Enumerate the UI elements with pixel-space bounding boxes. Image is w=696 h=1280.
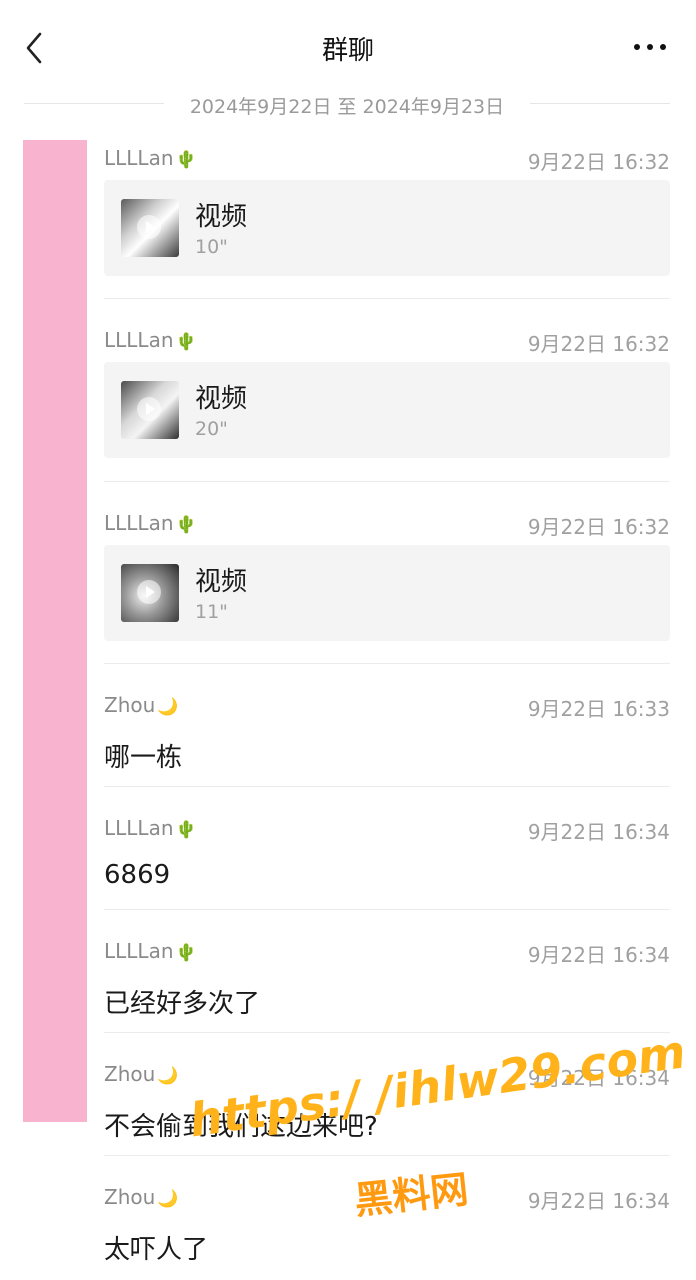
cactus-emoji-icon: 🌵 — [175, 332, 197, 352]
date-range-text: 2024年9月22日 至 2024年9月23日 — [189, 96, 505, 118]
video-thumbnail — [121, 199, 179, 257]
watermark-url: https:/ /ihlw29.com — [186, 1024, 689, 1148]
page-title: 群聊 — [321, 36, 374, 66]
cactus-emoji-icon: 🌵 — [175, 150, 197, 170]
more-options-button[interactable] — [632, 36, 668, 56]
video-duration: 20" — [195, 418, 228, 440]
divider-line — [530, 103, 670, 104]
video-message[interactable]: 视频 20" — [104, 362, 670, 458]
play-icon — [137, 215, 161, 239]
message-text: 已经好多次了 — [104, 989, 261, 1019]
message-time: 9月22日 16:34 — [527, 820, 670, 844]
message-item: Zhou 🌙 9月22日 16:33 哪一栋 — [104, 689, 670, 785]
video-label: 视频 — [195, 384, 248, 414]
video-label: 视频 — [195, 202, 248, 232]
moon-emoji-icon: 🌙 — [157, 697, 179, 717]
moon-emoji-icon: 🌙 — [157, 1066, 179, 1086]
message-time: 9月22日 16:32 — [527, 150, 670, 174]
more-dots-icon-dot — [647, 44, 653, 50]
chat-header: 群聊 — [0, 0, 696, 95]
message-divider — [104, 481, 670, 482]
message-item: LLLLan 🌵 9月22日 16:32 视频 11" — [104, 507, 670, 641]
cactus-emoji-icon: 🌵 — [175, 515, 197, 535]
message-divider — [104, 663, 670, 664]
sender-name[interactable]: Zhou 🌙 — [104, 693, 178, 717]
highlight-bar — [23, 140, 87, 1122]
message-time: 9月22日 16:32 — [527, 515, 670, 539]
message-text: 6869 — [104, 860, 171, 890]
play-icon — [137, 397, 161, 421]
message-item: LLLLan 🌵 9月22日 16:34 6869 — [104, 812, 670, 908]
sender-name[interactable]: LLLLan 🌵 — [104, 511, 197, 535]
message-divider — [104, 909, 670, 910]
video-message[interactable]: 视频 10" — [104, 180, 670, 276]
moon-emoji-icon: 🌙 — [157, 1189, 179, 1209]
message-item: LLLLan 🌵 9月22日 16:34 已经好多次了 — [104, 935, 670, 1031]
sender-name[interactable]: LLLLan 🌵 — [104, 816, 197, 840]
message-divider — [104, 298, 670, 299]
video-thumbnail — [121, 564, 179, 622]
message-item: LLLLan 🌵 9月22日 16:32 视频 20" — [104, 324, 670, 458]
date-range-row: 2024年9月22日 至 2024年9月23日 — [24, 88, 670, 120]
message-text: 太吓人了 — [104, 1235, 209, 1265]
message-time: 9月22日 16:34 — [527, 943, 670, 967]
sender-name[interactable]: LLLLan 🌵 — [104, 939, 197, 963]
cactus-emoji-icon: 🌵 — [175, 820, 197, 840]
sender-name[interactable]: Zhou 🌙 — [104, 1185, 178, 1209]
watermark-site-name: 黑料网 — [352, 1167, 471, 1223]
sender-name[interactable]: LLLLan 🌵 — [104, 328, 197, 352]
more-dots-icon — [634, 44, 640, 50]
video-message[interactable]: 视频 11" — [104, 545, 670, 641]
sender-name[interactable]: LLLLan 🌵 — [104, 146, 197, 170]
message-divider — [104, 1032, 670, 1033]
video-duration: 10" — [195, 236, 228, 258]
more-dots-icon-dot — [660, 44, 666, 50]
message-divider — [104, 786, 670, 787]
video-duration: 11" — [195, 601, 228, 623]
play-icon — [137, 580, 161, 604]
message-item: LLLLan 🌵 9月22日 16:32 视频 10" — [104, 142, 670, 276]
sender-name[interactable]: Zhou 🌙 — [104, 1062, 178, 1086]
message-time: 9月22日 16:33 — [527, 697, 670, 721]
video-label: 视频 — [195, 567, 248, 597]
message-text: 哪一栋 — [104, 743, 183, 773]
message-time: 9月22日 16:32 — [527, 332, 670, 356]
cactus-emoji-icon: 🌵 — [175, 943, 197, 963]
video-thumbnail — [121, 381, 179, 439]
watermark: https:/ /ihlw29.com 黑料网 — [186, 1024, 689, 1234]
